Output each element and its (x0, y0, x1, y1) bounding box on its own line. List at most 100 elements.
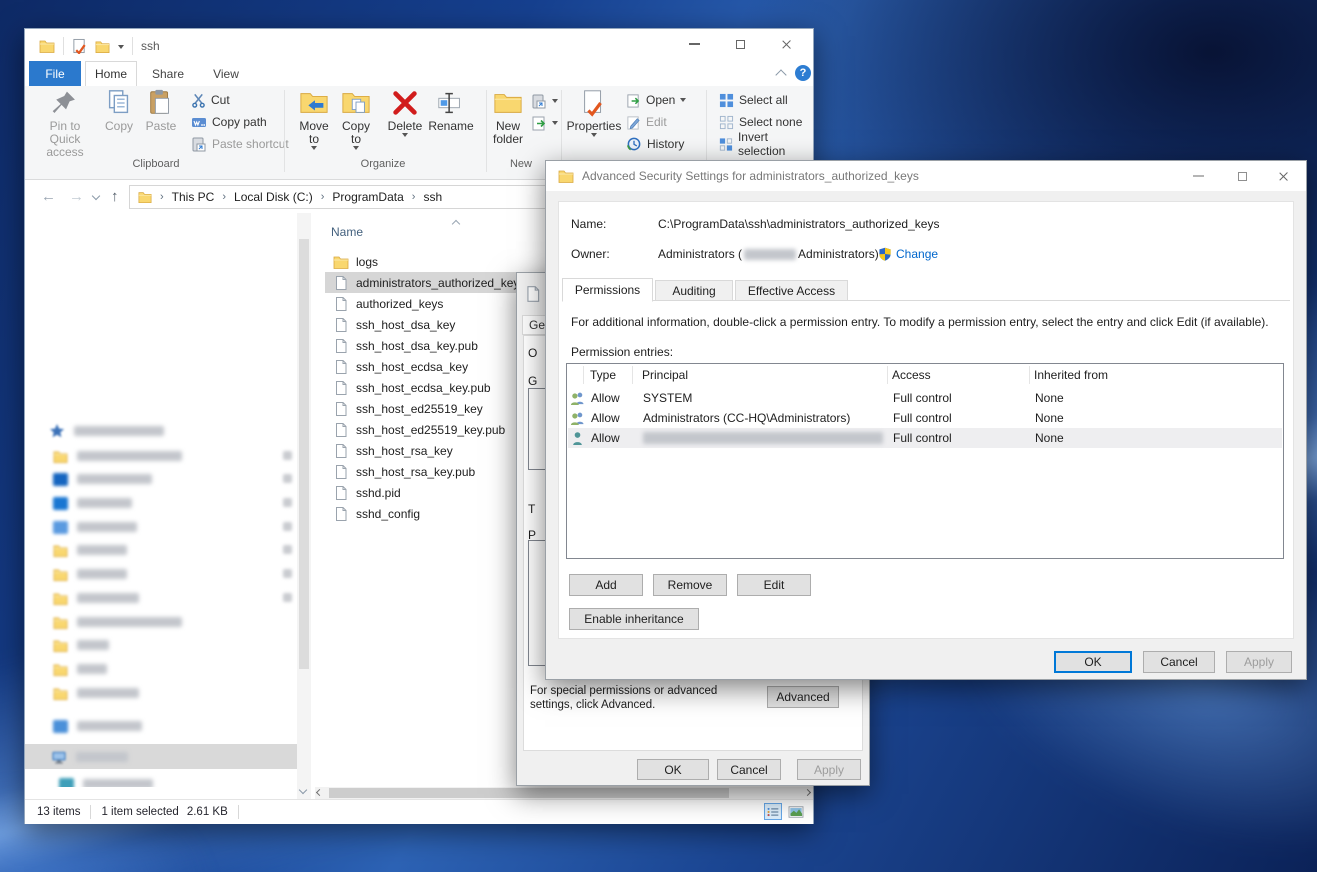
back-button[interactable]: ← (41, 188, 56, 206)
nav-item[interactable] (53, 717, 142, 735)
crumb-this-pc[interactable]: This PC (172, 190, 215, 204)
recent-locations-icon[interactable] (92, 192, 100, 200)
sort-ascending-icon[interactable] (452, 220, 460, 228)
move-to-button[interactable]: Move to (293, 88, 335, 150)
easy-access-button[interactable] (531, 114, 558, 132)
dialog-maximize-button[interactable] (1222, 161, 1262, 191)
copy-button[interactable]: Copy (97, 88, 141, 133)
nav-item[interactable] (53, 684, 139, 702)
details-view-button[interactable] (764, 803, 782, 820)
horizontal-scrollbar-thumb[interactable] (329, 788, 729, 798)
new-folder-button[interactable]: New folder (486, 88, 530, 146)
minimize-button[interactable] (671, 29, 717, 59)
edit-button[interactable]: Edit (626, 113, 667, 131)
change-link[interactable]: Change (896, 247, 938, 261)
permission-row-selected[interactable]: Allow Full control None (568, 428, 1282, 448)
apply-button[interactable]: Apply (797, 759, 861, 780)
nav-scroll-down-icon[interactable] (299, 786, 307, 794)
apply-button[interactable]: Apply (1226, 651, 1292, 673)
nav-item[interactable] (53, 613, 182, 631)
crumb-ssh[interactable]: ssh (423, 190, 442, 204)
nav-scrollbar-thumb[interactable] (299, 239, 309, 669)
advanced-button[interactable]: Advanced (767, 686, 839, 708)
table-header-access[interactable]: Access (892, 364, 931, 386)
dialog-minimize-button[interactable] (1178, 161, 1218, 191)
permission-row[interactable]: Allow Administrators (CC-HQ\Administrato… (568, 408, 1282, 428)
table-header-type[interactable]: Type (590, 364, 616, 386)
pinned-icon (283, 451, 292, 460)
new-item-button[interactable] (531, 92, 558, 110)
nav-item-this-pc[interactable] (51, 748, 128, 766)
nav-child-item[interactable] (59, 775, 153, 787)
rename-button[interactable]: Rename (425, 88, 477, 133)
folder-icon (53, 615, 68, 630)
select-all-button[interactable]: Select all (719, 91, 788, 109)
forward-button[interactable]: → (69, 188, 84, 206)
tab-share[interactable]: Share (141, 61, 195, 86)
nav-item[interactable] (53, 494, 132, 512)
enable-inheritance-button[interactable]: Enable inheritance (569, 608, 699, 630)
table-header-principal[interactable]: Principal (642, 364, 688, 386)
invert-selection-button[interactable]: Invert selection (719, 135, 813, 153)
edit-button[interactable]: Edit (737, 574, 811, 596)
up-button[interactable]: ↑ (111, 188, 119, 206)
nav-item[interactable] (53, 541, 127, 559)
collapse-ribbon-icon[interactable] (775, 69, 786, 80)
table-header-inherited-from[interactable]: Inherited from (1034, 364, 1108, 386)
qat-dropdown-icon[interactable] (118, 45, 124, 49)
nav-item[interactable] (53, 470, 152, 488)
tab-file[interactable]: File (29, 61, 81, 86)
help-icon[interactable]: ? (795, 65, 811, 81)
cut-button[interactable]: Cut (191, 91, 230, 109)
copy-to-button[interactable]: Copy to (335, 88, 377, 150)
nav-item[interactable] (53, 518, 137, 536)
paste-button[interactable]: Paste (139, 88, 183, 133)
cancel-button[interactable]: Cancel (717, 759, 781, 780)
remove-button[interactable]: Remove (653, 574, 727, 596)
explorer-titlebar[interactable]: ssh (25, 29, 813, 61)
ok-button[interactable]: OK (637, 759, 709, 780)
close-button[interactable] (763, 29, 809, 59)
file-icon (333, 338, 349, 354)
permission-row[interactable]: Allow SYSTEM Full control None (568, 388, 1282, 408)
permissions-table[interactable]: Type Principal Access Inherited from All… (566, 363, 1284, 559)
history-button[interactable]: History (626, 135, 684, 153)
thumbnails-view-button[interactable] (787, 803, 805, 820)
tab-permissions[interactable]: Permissions (562, 278, 653, 302)
nav-item[interactable] (53, 447, 182, 465)
nav-item[interactable] (53, 565, 127, 583)
properties-button[interactable]: Properties (565, 88, 623, 137)
scroll-left-icon[interactable] (316, 789, 323, 796)
pin-to-quick-access-button[interactable]: Pin to Quick access (33, 88, 97, 159)
nav-item[interactable] (53, 660, 107, 678)
nav-item[interactable] (53, 589, 139, 607)
select-none-button[interactable]: Select none (719, 113, 802, 131)
delete-button[interactable]: Delete (381, 88, 429, 137)
dialog-title: Advanced Security Settings for administr… (582, 169, 919, 183)
tab-effective-access[interactable]: Effective Access (735, 280, 848, 301)
ok-button[interactable]: OK (1054, 651, 1132, 673)
tab-home[interactable]: Home (85, 61, 137, 86)
copy-path-button[interactable]: Copy path (191, 113, 267, 131)
name-label: Name: (571, 217, 606, 231)
nav-scrollbar[interactable] (297, 213, 311, 799)
horizontal-scrollbar[interactable] (315, 787, 813, 799)
tab-view[interactable]: View (199, 61, 253, 86)
nav-item-quick-access[interactable] (49, 422, 164, 440)
qat-properties-icon[interactable] (72, 38, 87, 54)
crumb-local-disk[interactable]: Local Disk (C:) (234, 190, 313, 204)
cancel-button[interactable]: Cancel (1143, 651, 1215, 673)
crumb-separator: › (220, 191, 228, 203)
column-header-name[interactable]: Name (331, 225, 363, 239)
open-button[interactable]: Open (626, 91, 686, 109)
tab-auditing[interactable]: Auditing (655, 280, 733, 301)
crumb-programdata[interactable]: ProgramData (332, 190, 403, 204)
scroll-right-icon[interactable] (804, 789, 811, 796)
folder-icon (53, 591, 68, 606)
maximize-button[interactable] (717, 29, 763, 59)
paste-shortcut-button[interactable]: Paste shortcut (191, 135, 289, 153)
dialog-close-button[interactable] (1264, 161, 1302, 191)
nav-item[interactable] (53, 636, 109, 654)
add-button[interactable]: Add (569, 574, 643, 596)
qat-new-folder-icon[interactable] (95, 39, 110, 54)
